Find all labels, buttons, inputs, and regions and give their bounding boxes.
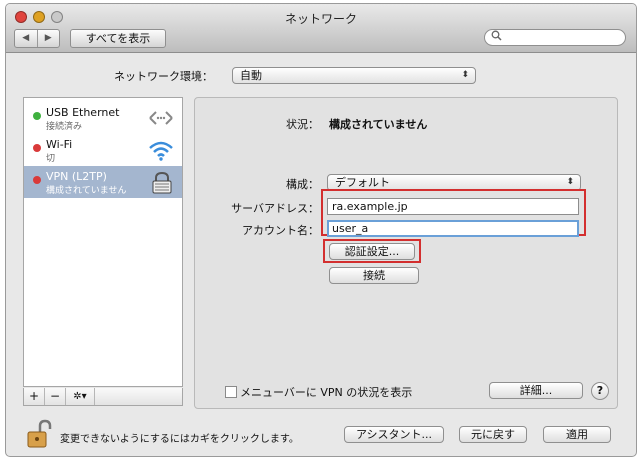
location-select[interactable]: 自動 ⬍ xyxy=(232,67,476,84)
authentication-settings-button[interactable]: 認証設定... xyxy=(329,243,415,260)
titlebar: ネットワーク ◀ ▶ すべてを表示 xyxy=(6,4,636,53)
show-vpn-status-checkbox[interactable] xyxy=(225,386,237,398)
ethernet-arrows-icon xyxy=(148,108,174,131)
apply-button[interactable]: 適用 xyxy=(543,426,611,443)
service-name: VPN (L2TP) xyxy=(46,170,107,183)
service-status: 構成されていません xyxy=(46,186,127,196)
status-dot-green-icon xyxy=(33,112,41,120)
service-status: 接続済み xyxy=(46,122,83,132)
location-value: 自動 xyxy=(240,69,262,82)
window-title: ネットワーク xyxy=(284,12,357,26)
service-detail-panel: 状況： 構成されていません 構成： デフォルト ⬍ サーバアドレス： ra.ex… xyxy=(194,97,618,409)
advanced-button[interactable]: 詳細... xyxy=(489,382,583,399)
network-preferences-window: ネットワーク ◀ ▶ すべてを表示 ネットワーク環境： 自動 ⬍ USB Eth… xyxy=(5,3,637,457)
service-item-vpn-l2tp[interactable]: VPN (L2TP) 構成されていません xyxy=(24,166,182,198)
search-icon xyxy=(491,30,502,46)
lock-instruction-text: 変更できないようにするにはカギをクリックします。 xyxy=(60,434,299,445)
status-label: 状況： xyxy=(286,118,319,131)
forward-arrow-icon[interactable]: ▶ xyxy=(36,30,60,47)
help-button[interactable]: ? xyxy=(591,382,609,400)
wifi-icon xyxy=(148,140,174,165)
status-dot-red-icon xyxy=(33,144,41,152)
status-value: 構成されていません xyxy=(329,118,428,131)
status-dot-red-icon xyxy=(33,176,41,184)
show-vpn-status-label: メニューバーに VPN の状況を表示 xyxy=(240,386,413,399)
service-list: USB Ethernet 接続済み Wi-Fi 切 VPN (L2TP) 構成さ… xyxy=(23,97,183,387)
service-name: Wi-Fi xyxy=(46,138,73,151)
server-address-label: サーバアドレス： xyxy=(231,202,319,215)
remove-service-button[interactable]: − xyxy=(45,388,66,405)
add-service-button[interactable]: + xyxy=(24,388,45,405)
updown-arrows-icon: ⬍ xyxy=(566,177,574,187)
show-all-button[interactable]: すべてを表示 xyxy=(70,29,166,48)
gear-menu-button[interactable]: ✲▾ xyxy=(66,388,95,405)
account-name-label: アカウント名： xyxy=(242,224,319,237)
service-name: USB Ethernet xyxy=(46,106,120,119)
updown-arrows-icon: ⬍ xyxy=(461,70,469,80)
connect-button[interactable]: 接続 xyxy=(329,267,419,284)
lock-icon[interactable] xyxy=(26,419,52,452)
service-status: 切 xyxy=(46,154,56,164)
search-field[interactable] xyxy=(484,29,626,46)
account-name-field[interactable]: user_a xyxy=(327,220,579,237)
vpn-lock-icon xyxy=(150,171,174,197)
service-list-toolbar: + − ✲▾ xyxy=(23,388,183,406)
location-label: ネットワーク環境： xyxy=(114,70,213,83)
configuration-value: デフォルト xyxy=(335,176,390,189)
service-item-wifi[interactable]: Wi-Fi 切 xyxy=(24,134,182,166)
revert-button[interactable]: 元に戻す xyxy=(459,426,527,443)
assistant-button[interactable]: アシスタント... xyxy=(344,426,444,443)
back-arrow-icon[interactable]: ◀ xyxy=(15,30,37,47)
service-item-usb-ethernet[interactable]: USB Ethernet 接続済み xyxy=(24,102,182,134)
configuration-label: 構成： xyxy=(286,178,319,191)
back-forward-buttons: ◀ ▶ xyxy=(14,29,60,48)
server-address-field[interactable]: ra.example.jp xyxy=(327,198,579,215)
